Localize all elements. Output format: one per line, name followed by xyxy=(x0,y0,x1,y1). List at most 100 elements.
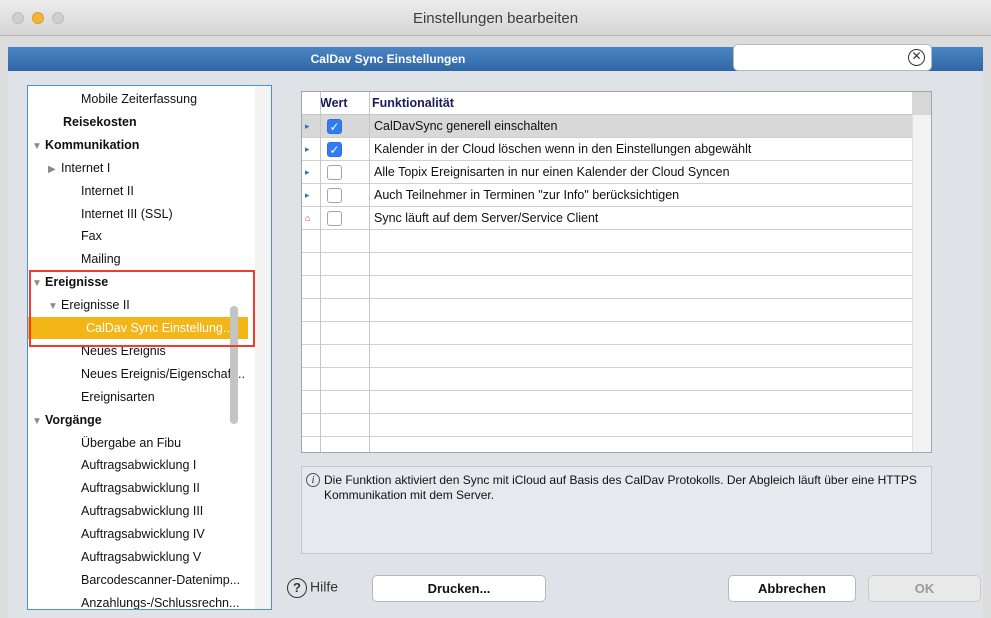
tree-item-label: CalDav Sync Einstellung... xyxy=(86,321,234,335)
setting-checkbox[interactable] xyxy=(327,188,342,203)
setting-label: Sync läuft auf dem Server/Service Client xyxy=(374,211,599,225)
tree-item[interactable]: Fax xyxy=(81,225,102,247)
tree-scroll-thumb[interactable] xyxy=(230,306,238,424)
tree-item-label: Auftragsabwicklung IV xyxy=(81,527,205,542)
print-button[interactable]: Drucken... xyxy=(372,575,546,602)
help-button[interactable]: ? Hilfe xyxy=(287,578,338,600)
tree-item-label: Vorgänge xyxy=(45,412,102,427)
table-row xyxy=(302,414,913,437)
tree-item[interactable]: Mobile Zeiterfassung xyxy=(81,88,197,110)
title-bar: Einstellungen bearbeiten xyxy=(0,0,991,36)
user-icon: ▸ xyxy=(305,167,310,177)
tree-item-label: Auftragsabwicklung I xyxy=(81,458,197,473)
grid-column-divider xyxy=(320,92,321,452)
tree-item[interactable]: ▼ Vorgänge xyxy=(32,409,102,431)
expanded-triangle-icon[interactable]: ▼ xyxy=(32,411,45,433)
tree-item[interactable]: Auftragsabwicklung IV xyxy=(81,523,205,545)
tree-item-label: Kommunikation xyxy=(45,137,140,152)
tree-item-label: Ereignisse xyxy=(45,275,109,290)
column-header-funktionalitaet[interactable]: Funktionalität xyxy=(372,96,454,110)
tree-item[interactable]: Neues Ereignis/Eigenschaft... xyxy=(81,363,245,385)
tree-item-label: Mailing xyxy=(81,252,121,267)
search-input[interactable] xyxy=(740,49,900,66)
tree-item-label: Auftragsabwicklung III xyxy=(81,504,204,519)
table-row[interactable]: ▸ ✓ CalDavSync generell einschalten xyxy=(302,115,913,138)
tree-item-label: Übergabe an Fibu xyxy=(81,435,182,450)
table-row[interactable]: ▸ ✓ Kalender in der Cloud löschen wenn in … xyxy=(302,138,913,161)
setting-checkbox[interactable]: ✓ xyxy=(327,119,342,134)
info-icon: i xyxy=(306,473,320,487)
tree-item-label: Reisekosten xyxy=(63,114,137,129)
setting-label: Alle Topix Ereignisarten in nur einen Ka… xyxy=(374,165,730,179)
expanded-triangle-icon[interactable]: ▼ xyxy=(48,296,61,318)
grid-header: Wert Funktionalität xyxy=(302,92,931,115)
table-row[interactable]: ⌂ Sync läuft auf dem Server/Service Clien… xyxy=(302,207,913,230)
tree-item-selected[interactable]: CalDav Sync Einstellung... xyxy=(28,317,248,339)
cancel-button[interactable]: Abbrechen xyxy=(728,575,856,602)
table-row xyxy=(302,253,913,276)
tree-item-label: Neues Ereignis/Eigenschaft... xyxy=(81,366,245,381)
tree-item[interactable]: Übergabe an Fibu xyxy=(81,432,181,454)
help-icon: ? xyxy=(287,578,307,598)
tree-item-label: Auftragsabwicklung II xyxy=(81,481,200,496)
table-row[interactable]: ▸ Auch Teilnehmer in Terminen "zur Info" … xyxy=(302,184,913,207)
tree-item[interactable]: Reisekosten xyxy=(63,111,137,133)
table-row xyxy=(302,276,913,299)
table-row xyxy=(302,368,913,391)
tree-item-label: Auftragsabwicklung V xyxy=(81,550,202,564)
settings-grid: Wert Funktionalität ▸ ✓ CalDavSync generel… xyxy=(301,91,932,453)
tree-item-label: Anzahlungs-/Schlussrechn... xyxy=(81,595,240,610)
tree-scrollbar[interactable] xyxy=(255,86,271,609)
tree-item-label: Mobile Zeiterfassung xyxy=(81,92,198,106)
table-row xyxy=(302,345,913,368)
tree-item-label: Barcodescanner-Datenimp... xyxy=(81,572,241,587)
tree-item[interactable]: ▶ Internet I xyxy=(48,157,110,179)
ok-button[interactable]: OK xyxy=(868,575,981,602)
tree-item-label: Neues Ereignis xyxy=(81,343,166,358)
grid-column-divider xyxy=(369,92,370,452)
user-icon: ▸ xyxy=(305,144,310,154)
table-row xyxy=(302,391,913,414)
search-box[interactable]: ✕ xyxy=(733,44,932,71)
tree-item[interactable]: Auftragsabwicklung II xyxy=(81,477,200,499)
table-row[interactable]: ▸ Alle Topix Ereignisarten in nur einen K… xyxy=(302,161,913,184)
tree-item[interactable]: Internet II xyxy=(81,180,134,202)
tree-item-label: Internet II xyxy=(81,183,134,198)
tree-item-label: Internet I xyxy=(61,160,111,175)
collapsed-triangle-icon[interactable]: ▶ xyxy=(48,159,61,181)
expanded-triangle-icon[interactable]: ▼ xyxy=(32,273,45,295)
clear-search-icon[interactable]: ✕ xyxy=(908,49,925,66)
setting-label: CalDavSync generell einschalten xyxy=(374,119,558,133)
info-text: Die Funktion aktiviert den Sync mit iClo… xyxy=(324,473,917,502)
section-title: CalDav Sync Einstellungen xyxy=(310,52,466,66)
window-title: Einstellungen bearbeiten xyxy=(412,10,579,27)
tree-item-label: Fax xyxy=(81,229,102,244)
setting-label: Kalender in der Cloud löschen wenn in de… xyxy=(374,142,752,156)
expanded-triangle-icon[interactable]: ▼ xyxy=(32,136,45,158)
tree-item-label: Ereignisse II xyxy=(61,298,130,313)
user-icon: ▸ xyxy=(305,121,310,131)
tree-item[interactable]: Ereignisarten xyxy=(81,386,155,408)
tree-item[interactable]: Mailing xyxy=(81,248,121,270)
tree-item[interactable]: Internet III (SSL) xyxy=(81,203,173,225)
tree-item[interactable]: Neues Ereignis xyxy=(81,340,166,362)
grid-scrollbar-header xyxy=(912,92,931,115)
home-icon: ⌂ xyxy=(305,213,311,223)
help-label: Hilfe xyxy=(310,578,339,595)
tree-item[interactable]: Barcodescanner-Datenimp... xyxy=(81,569,240,591)
grid-scrollbar[interactable] xyxy=(912,92,931,452)
setting-checkbox[interactable] xyxy=(327,165,342,180)
tree-item[interactable]: ▼ Ereignisse xyxy=(32,271,108,293)
user-icon: ▸ xyxy=(305,190,310,200)
tree-item[interactable]: ▼ Kommunikation xyxy=(32,134,139,156)
setting-checkbox[interactable]: ✓ xyxy=(327,142,342,157)
tree-item[interactable]: Auftragsabwicklung III xyxy=(81,500,203,522)
tree-item[interactable]: Anzahlungs-/Schlussrechn... xyxy=(81,592,240,610)
tree-item-label: Internet III (SSL) xyxy=(81,206,173,221)
tree-item[interactable]: Auftragsabwicklung V xyxy=(81,546,201,568)
setting-label: Auch Teilnehmer in Terminen "zur Info" b… xyxy=(374,188,680,202)
setting-checkbox[interactable] xyxy=(327,211,342,226)
column-header-wert[interactable]: Wert xyxy=(320,96,348,110)
tree-item[interactable]: Auftragsabwicklung I xyxy=(81,454,196,476)
tree-item[interactable]: ▼ Ereignisse II xyxy=(48,294,130,316)
